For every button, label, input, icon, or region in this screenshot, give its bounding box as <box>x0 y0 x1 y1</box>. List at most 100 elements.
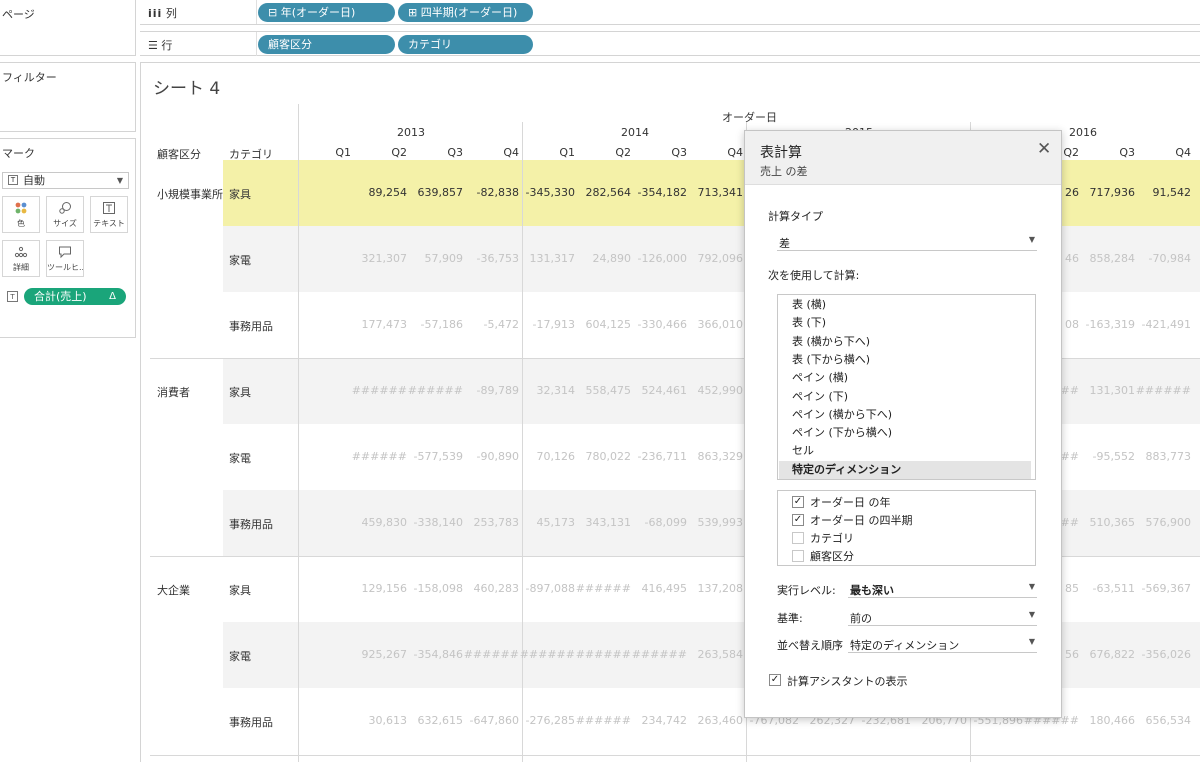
category-label[interactable]: 事務用品 <box>229 318 273 334</box>
value-cell[interactable]: 24,890 <box>575 252 632 265</box>
value-cell[interactable]: 177,473 <box>351 318 408 331</box>
value-cell[interactable]: -356,026 <box>1135 648 1191 661</box>
value-cell[interactable]: ###### <box>519 648 575 661</box>
dimension-checkbox[interactable]: ✓ <box>792 514 804 526</box>
value-cell[interactable]: -338,140 <box>407 516 463 529</box>
category-label[interactable]: 家具 <box>229 186 251 202</box>
compute-option[interactable]: 表 (横) <box>779 296 1031 314</box>
value-cell[interactable]: -276,285 <box>519 714 575 727</box>
text-button[interactable]: テキスト <box>90 196 128 233</box>
value-cell[interactable]: 656,534 <box>1135 714 1192 727</box>
value-cell[interactable]: 713,341 <box>687 186 744 199</box>
color-button[interactable]: 色 <box>2 196 40 233</box>
value-cell[interactable]: -70,984 <box>1135 252 1191 265</box>
value-cell[interactable]: 32,314 <box>519 384 576 397</box>
category-label[interactable]: 事務用品 <box>229 516 273 532</box>
value-cell[interactable]: 780,022 <box>575 450 632 463</box>
value-cell[interactable]: -158,098 <box>407 582 463 595</box>
value-cell[interactable]: 180,466 <box>1079 714 1136 727</box>
value-cell[interactable]: ###### <box>575 714 631 727</box>
value-cell[interactable]: 858,284 <box>1079 252 1136 265</box>
value-cell[interactable]: 792,096 <box>687 252 744 265</box>
value-cell[interactable]: -330,466 <box>631 318 687 331</box>
compute-option[interactable]: ペイン (下から横へ) <box>779 424 1031 442</box>
specific-dimensions-list[interactable]: ✓ オーダー日 の年 ✓ オーダー日 の四半期 カテゴリ 顧客区分 <box>777 490 1036 566</box>
value-cell[interactable]: -569,367 <box>1135 582 1191 595</box>
value-cell[interactable]: 510,365 <box>1079 516 1136 529</box>
value-cell[interactable]: ###### <box>575 648 631 661</box>
dimension-checkbox[interactable] <box>792 550 804 562</box>
value-cell[interactable]: -345,330 <box>519 186 575 199</box>
value-cell[interactable]: 863,329 <box>687 450 744 463</box>
compute-option[interactable]: ペイン (横) <box>779 369 1031 387</box>
filters-panel[interactable]: フィルター <box>0 62 136 132</box>
compute-option[interactable]: セル <box>779 442 1031 460</box>
value-cell[interactable]: ###### <box>351 450 407 463</box>
value-cell[interactable]: -82,838 <box>463 186 519 199</box>
level-dropdown[interactable]: 最も深い ▼ <box>848 580 1037 598</box>
value-cell[interactable]: 89,254 <box>351 186 408 199</box>
relative-to-dropdown[interactable]: 前の ▼ <box>848 608 1037 626</box>
compute-option[interactable]: 特定のディメンション <box>779 460 1031 479</box>
value-cell[interactable]: ###### <box>407 384 463 397</box>
value-cell[interactable]: 459,830 <box>351 516 408 529</box>
value-cell[interactable]: 676,822 <box>1079 648 1136 661</box>
category-label[interactable]: 家電 <box>229 252 251 268</box>
rows-shelf[interactable]: ☰ 行 顧客区分 カテゴリ <box>140 31 1200 56</box>
value-cell[interactable]: 131,301 <box>1079 384 1136 397</box>
value-cell[interactable]: -897,088 <box>519 582 575 595</box>
value-cell[interactable]: 253,783 <box>463 516 520 529</box>
value-cell[interactable]: 343,131 <box>575 516 632 529</box>
value-cell[interactable]: -647,860 <box>463 714 519 727</box>
value-cell[interactable]: 70,126 <box>519 450 576 463</box>
value-cell[interactable]: 366,010 <box>687 318 744 331</box>
category-label[interactable]: 家電 <box>229 648 251 664</box>
dimension-checkbox[interactable] <box>792 532 804 544</box>
value-cell[interactable]: -163,319 <box>1079 318 1135 331</box>
value-cell[interactable]: 604,125 <box>575 318 632 331</box>
tooltip-button[interactable]: ツールヒ... <box>46 240 84 277</box>
value-cell[interactable]: -126,000 <box>631 252 687 265</box>
value-cell[interactable]: -57,186 <box>407 318 463 331</box>
value-cell[interactable]: 539,993 <box>687 516 744 529</box>
value-cell[interactable]: -36,753 <box>463 252 519 265</box>
value-cell[interactable]: 282,564 <box>575 186 632 199</box>
value-cell[interactable]: 131,317 <box>519 252 576 265</box>
value-cell[interactable]: 263,460 <box>687 714 744 727</box>
value-cell[interactable]: 45,173 <box>519 516 576 529</box>
year-order-date-pill[interactable]: ⊟ 年(オーダー日) <box>258 3 395 22</box>
value-cell[interactable]: -90,890 <box>463 450 519 463</box>
value-cell[interactable]: 129,156 <box>351 582 408 595</box>
sum-sales-pill[interactable]: 合計(売上) Δ <box>24 288 126 305</box>
segment-label[interactable]: 大企業 <box>157 582 190 598</box>
value-cell[interactable]: 91,542 <box>1135 186 1192 199</box>
dimension-checkbox[interactable]: ✓ <box>792 496 804 508</box>
value-cell[interactable]: 524,461 <box>631 384 688 397</box>
calc-type-dropdown[interactable]: 差 ▼ <box>777 233 1037 251</box>
value-cell[interactable]: 137,208 <box>687 582 744 595</box>
value-cell[interactable]: 57,909 <box>407 252 464 265</box>
category-label[interactable]: 家具 <box>229 384 251 400</box>
value-cell[interactable]: 558,475 <box>575 384 632 397</box>
segment-label[interactable]: 消費者 <box>157 384 190 400</box>
value-cell[interactable]: ###### <box>631 648 687 661</box>
customer-segment-pill[interactable]: 顧客区分 <box>258 35 395 54</box>
value-cell[interactable]: -68,099 <box>631 516 687 529</box>
compute-option[interactable]: 表 (下から横へ) <box>779 351 1031 369</box>
value-cell[interactable]: 460,283 <box>463 582 520 595</box>
value-cell[interactable]: 576,900 <box>1135 516 1192 529</box>
value-cell[interactable]: ###### <box>575 582 631 595</box>
close-icon[interactable]: ✕ <box>1037 140 1051 158</box>
columns-shelf[interactable]: iii 列 ⊟ 年(オーダー日) ⊞ 四半期(オーダー日) <box>140 0 1200 25</box>
size-button[interactable]: サイズ <box>46 196 84 233</box>
category-label[interactable]: 事務用品 <box>229 714 273 730</box>
value-cell[interactable]: -5,472 <box>463 318 519 331</box>
value-cell[interactable]: -354,182 <box>631 186 687 199</box>
value-cell[interactable]: 416,495 <box>631 582 688 595</box>
value-cell[interactable]: -577,539 <box>407 450 463 463</box>
compute-option[interactable]: ペイン (下) <box>779 388 1031 406</box>
value-cell[interactable]: -354,846 <box>407 648 463 661</box>
value-cell[interactable]: 321,307 <box>351 252 408 265</box>
mark-type-dropdown[interactable]: T 自動 ▼ <box>2 172 129 189</box>
value-cell[interactable]: 263,584 <box>687 648 744 661</box>
